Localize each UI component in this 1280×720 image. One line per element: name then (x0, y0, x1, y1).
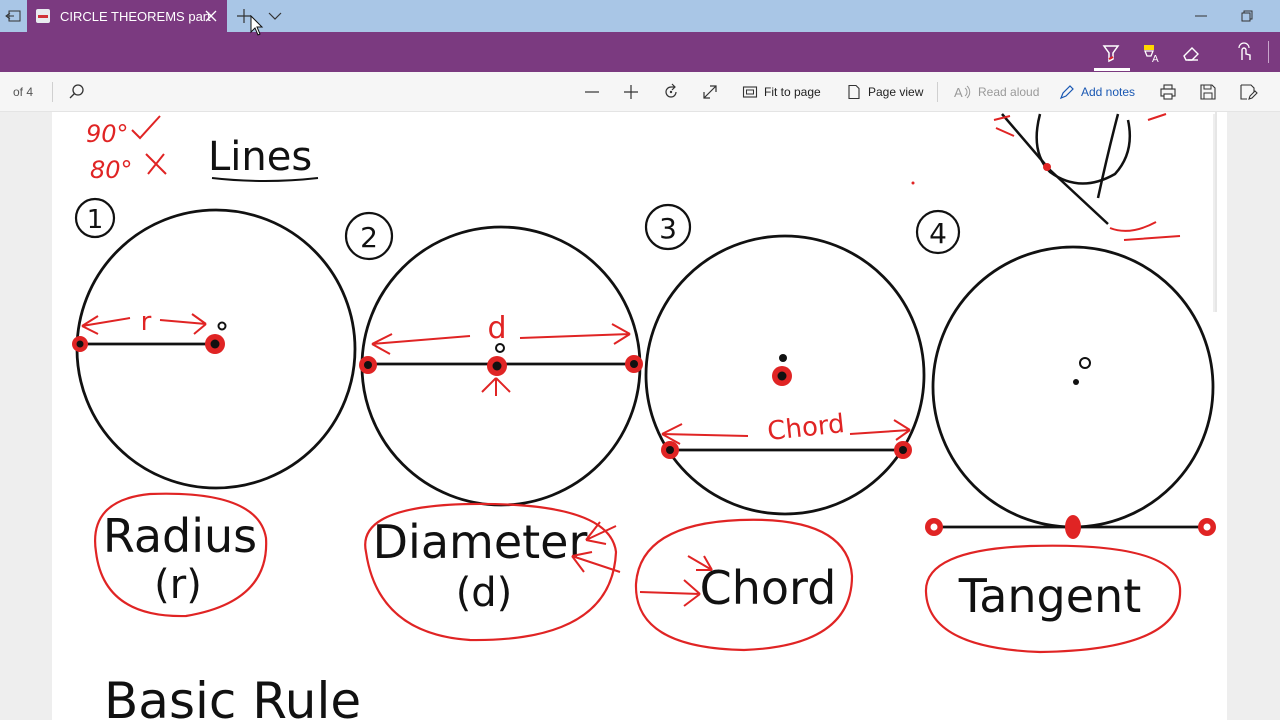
active-tool-indicator (1094, 68, 1130, 71)
mouse-cursor-icon (250, 14, 264, 37)
radius-label: Radius (103, 509, 257, 563)
read-aloud-icon: A (954, 85, 971, 100)
search-icon[interactable] (67, 82, 87, 102)
diameter-inline-label: d (487, 311, 506, 346)
page-view-label: Page view (868, 85, 924, 99)
tangent-circle (931, 245, 1215, 529)
footer-heading: Basic Rule (104, 672, 361, 720)
page-view-icon (848, 84, 860, 100)
pen-icon (1059, 85, 1074, 100)
svg-text:A: A (954, 85, 963, 100)
full-screen-icon[interactable] (700, 82, 720, 102)
center-dot (779, 354, 787, 362)
scribble-top: 90° (86, 120, 129, 148)
save-as-icon[interactable] (1238, 82, 1258, 102)
ballpoint-pen-icon[interactable] (1098, 40, 1124, 66)
browser-tab[interactable]: CIRCLE THEOREMS part (27, 0, 227, 32)
page-count: of 4 (13, 85, 34, 99)
toolbar-divider (937, 82, 938, 102)
add-notes-label: Add notes (1081, 85, 1136, 99)
zoom-out-icon[interactable] (582, 82, 602, 102)
toolbar-divider (52, 82, 53, 102)
print-icon[interactable] (1158, 82, 1178, 102)
tangent-label: Tangent (958, 569, 1142, 623)
read-aloud-button[interactable]: A Read aloud (954, 81, 1039, 103)
page-ink-layer: 90° 80° Lines 1 2 3 4 r d Chord Radius (… (72, 113, 1216, 720)
heading-lines: Lines (208, 134, 312, 180)
radius-inline-label: r (141, 307, 152, 337)
chord-inline-label: Chord (766, 409, 846, 447)
radius-sub-label: (r) (154, 562, 202, 608)
close-icon[interactable] (203, 8, 219, 24)
sketch-tangent (1001, 113, 1109, 225)
restore-icon[interactable] (1238, 8, 1256, 24)
tab-actions-icon[interactable] (0, 0, 26, 32)
touch-writing-icon[interactable] (1231, 40, 1257, 66)
check-mark (131, 115, 161, 140)
highlighter-icon[interactable]: A (1138, 40, 1164, 66)
fit-to-page-icon (742, 86, 758, 98)
figure-number: 2 (360, 221, 378, 254)
save-icon[interactable] (1198, 82, 1218, 102)
toolbar-divider (1268, 41, 1269, 63)
chevron-down-icon[interactable] (266, 8, 284, 24)
eraser-icon[interactable] (1178, 40, 1204, 66)
figure-number: 4 (929, 217, 947, 250)
ink-toolbar (0, 32, 1280, 72)
cross-mark (145, 153, 167, 175)
figure-number: 3 (659, 212, 677, 245)
tab-title: CIRCLE THEOREMS part (60, 8, 211, 24)
diameter-label: Diameter (373, 515, 588, 569)
add-notes-button[interactable]: Add notes (1059, 81, 1135, 103)
rotate-icon[interactable] (661, 82, 681, 102)
center-dot (217, 321, 227, 331)
page-view-button[interactable]: Page view (846, 81, 923, 103)
diameter-sub-label: (d) (456, 570, 513, 616)
fit-to-page-label: Fit to page (764, 85, 821, 99)
center-dot (1079, 357, 1091, 369)
figure-number: 1 (87, 205, 104, 235)
zoom-in-icon[interactable] (621, 82, 641, 102)
read-aloud-label: Read aloud (978, 85, 1040, 99)
chord-label: Chord (700, 561, 837, 615)
pdf-icon (36, 9, 50, 23)
fit-to-page-button[interactable]: Fit to page (742, 81, 821, 103)
minimize-icon[interactable] (1192, 8, 1210, 24)
svg-text:A: A (1152, 54, 1159, 64)
scribble-bottom: 80° (90, 156, 133, 184)
